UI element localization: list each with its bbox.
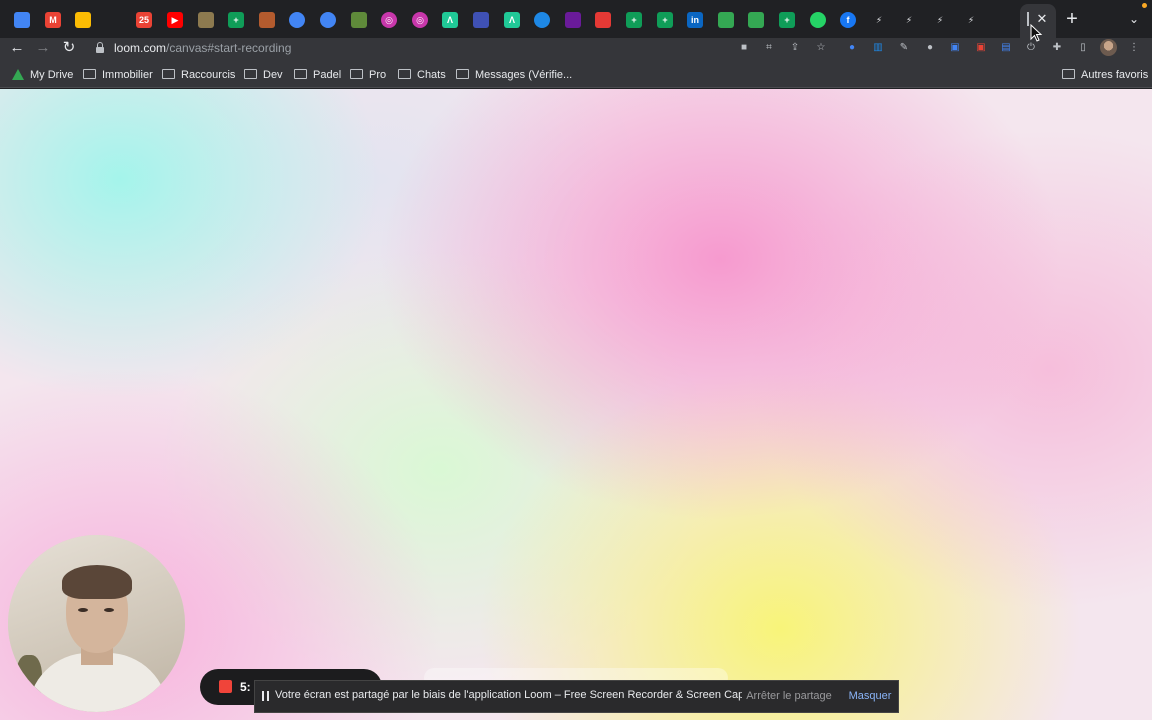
stack-icon[interactable]	[565, 12, 581, 28]
maps-icon[interactable]	[718, 12, 734, 28]
bookmark-folder-padel[interactable]: Padel	[294, 68, 341, 82]
folder-icon	[162, 69, 175, 80]
tool-icon[interactable]	[198, 12, 214, 28]
camera-icon[interactable]: ■	[736, 40, 752, 56]
bookmark-label: Chats	[417, 69, 446, 81]
calendar-icon[interactable]: 25	[136, 12, 152, 28]
whatsapp-icon[interactable]	[810, 12, 826, 28]
tab-search-chevron-icon[interactable]: ⌄	[1126, 11, 1142, 27]
maps-pin-icon[interactable]	[14, 12, 30, 28]
webcam-person-eye	[104, 608, 114, 612]
calendar-blue-2-icon[interactable]	[320, 12, 336, 28]
stop-recording-button[interactable]	[219, 680, 232, 693]
bookmark-my-drive[interactable]: My Drive	[12, 68, 73, 82]
url-text[interactable]: loom.com/canvas#start-recording	[114, 41, 291, 55]
maps-extension-icon[interactable]: ●	[844, 40, 860, 56]
sheets-icon[interactable]: +	[228, 12, 244, 28]
drive-icon[interactable]	[75, 12, 91, 28]
mouse-cursor-icon	[1030, 24, 1043, 42]
bookmark-folder-immobilier[interactable]: Immobilier	[83, 68, 153, 82]
forward-button[interactable]: →	[34, 39, 52, 57]
ghost-extension-icon[interactable]: ●	[922, 40, 938, 56]
bookmark-folder-pro[interactable]: Pro	[350, 68, 386, 82]
bookmark-folder-raccourcis[interactable]: Raccourcis	[162, 68, 235, 82]
maps-2-icon[interactable]	[748, 12, 764, 28]
gmail-icon[interactable]: M	[45, 12, 61, 28]
edit-extension-icon[interactable]: ✎	[896, 40, 912, 56]
bookmark-folder-chats[interactable]: Chats	[398, 68, 446, 82]
bookmark-folder-other[interactable]: Autres favoris	[1062, 68, 1148, 82]
drive-icon	[12, 68, 24, 80]
extensions-puzzle-icon[interactable]: ✚	[1049, 40, 1065, 56]
bolt-2-icon[interactable]: ⚡	[901, 12, 917, 28]
folder-icon	[83, 69, 96, 80]
recording-timer: 5:	[240, 680, 251, 694]
lock-icon[interactable]	[96, 42, 104, 54]
bolt-icon[interactable]: ⚡	[871, 12, 887, 28]
power-extension-icon[interactable]: ⏻	[1023, 40, 1039, 56]
sheets-2-icon[interactable]: +	[626, 12, 642, 28]
calendar-extension-icon[interactable]: ▤	[998, 40, 1014, 56]
red-app-icon[interactable]	[595, 12, 611, 28]
folder-icon	[350, 69, 363, 80]
youtube-icon[interactable]: ▶	[167, 12, 183, 28]
facebook-icon[interactable]: f	[840, 12, 856, 28]
translate-extension-icon[interactable]: ▣	[947, 40, 963, 56]
bookmark-label: Immobilier	[102, 69, 153, 81]
new-tab-button[interactable]: +	[1062, 9, 1082, 29]
webcam-person-eye	[78, 608, 88, 612]
back-button[interactable]: ←	[8, 39, 26, 57]
bookmark-folder-messages[interactable]: Messages (Vérifie...	[456, 68, 572, 82]
folder-icon	[1062, 69, 1075, 80]
folder-icon	[244, 69, 257, 80]
plant-icon[interactable]	[351, 12, 367, 28]
calendar-blue-icon[interactable]	[289, 12, 305, 28]
bookmark-label: Pro	[369, 69, 387, 81]
chart-extension-icon[interactable]: ▥	[870, 40, 886, 56]
hide-notice-button[interactable]: Masquer	[845, 683, 895, 709]
bookmark-label: My Drive	[30, 69, 74, 81]
sharing-pause-icon	[262, 691, 270, 701]
share-icon[interactable]: ⇪	[787, 40, 803, 56]
recording-indicator-icon	[1142, 3, 1147, 8]
chrome-icon[interactable]	[993, 12, 1009, 28]
webcam-bubble[interactable]	[8, 535, 185, 712]
side-panel-icon[interactable]: ▯	[1075, 40, 1091, 56]
bolt-4-icon[interactable]: ⚡	[963, 12, 979, 28]
sheets-3-icon[interactable]: +	[657, 12, 673, 28]
reload-button[interactable]: ↻	[60, 39, 78, 57]
profile-avatar[interactable]	[1100, 39, 1117, 56]
bookmark-label: Dev	[263, 69, 283, 81]
url-host: loom.com	[114, 41, 167, 55]
translate-icon[interactable]: ⌗	[761, 40, 777, 56]
folder-icon	[294, 69, 307, 80]
stop-sharing-button[interactable]: Arrêter le partage	[742, 683, 836, 709]
bookmark-folder-dev[interactable]: Dev	[244, 68, 283, 82]
folder-icon	[398, 69, 411, 80]
sheets-4-icon[interactable]: +	[779, 12, 795, 28]
url-path: /canvas#start-recording	[166, 41, 292, 55]
menu-kebab-icon[interactable]: ⋮	[1126, 40, 1142, 56]
red-extension-icon[interactable]: ▣	[973, 40, 989, 56]
compass-icon[interactable]	[534, 12, 550, 28]
bookmark-label: Autres favoris	[1081, 69, 1149, 81]
target-icon[interactable]: ◎	[381, 12, 397, 28]
bolt-3-icon[interactable]: ⚡	[932, 12, 948, 28]
bookmark-label: Raccourcis	[181, 69, 236, 81]
bookmark-label: Padel	[313, 69, 342, 81]
notes-icon[interactable]	[106, 12, 122, 28]
webcam-person-hair	[62, 565, 132, 599]
football-icon[interactable]	[259, 12, 275, 28]
linkedin-icon[interactable]: in	[687, 12, 703, 28]
bookmark-star-icon[interactable]: ☆	[813, 40, 829, 56]
screen-sharing-message: Votre écran est partagé par le biais de …	[275, 689, 767, 701]
blue-app-icon[interactable]	[473, 12, 489, 28]
bookmark-label: Messages (Vérifie...	[475, 69, 573, 81]
lambda-2-icon[interactable]: Λ	[504, 12, 520, 28]
active-tab-favicon	[1027, 12, 1029, 26]
folder-icon	[456, 69, 469, 80]
lambda-icon[interactable]: Λ	[442, 12, 458, 28]
target-2-icon[interactable]: ◎	[412, 12, 428, 28]
